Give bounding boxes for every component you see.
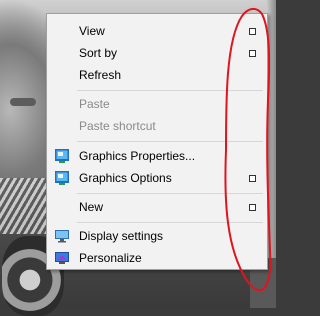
- menu-item-label: Display settings: [79, 229, 164, 243]
- submenu-arrow-icon: [249, 175, 256, 182]
- menu-item-view[interactable]: View: [47, 20, 267, 42]
- display-monitor-icon: [55, 230, 69, 243]
- menu-separator: [77, 193, 263, 194]
- menu-item-label: New: [79, 200, 104, 214]
- desktop-context-menu: View Sort by Refresh Paste Paste shortcu…: [46, 13, 268, 270]
- menu-item-label: Personalize: [79, 251, 142, 265]
- menu-item-refresh[interactable]: Refresh: [47, 64, 267, 86]
- wallpaper-car-door-handle: [10, 98, 36, 106]
- intel-graphics-icon: [55, 149, 69, 163]
- menu-item-label: Graphics Properties...: [79, 149, 196, 163]
- menu-item-new[interactable]: New: [47, 196, 267, 218]
- menu-separator: [77, 141, 263, 142]
- menu-item-graphics-properties[interactable]: Graphics Properties...: [47, 145, 267, 167]
- menu-item-paste[interactable]: Paste: [47, 93, 267, 115]
- menu-separator: [77, 222, 263, 223]
- menu-item-label: Paste: [79, 97, 110, 111]
- menu-item-label: Paste shortcut: [79, 119, 156, 133]
- menu-item-display-settings[interactable]: Display settings: [47, 225, 267, 247]
- personalize-icon: [55, 252, 69, 264]
- intel-graphics-icon: [55, 171, 69, 185]
- menu-item-personalize[interactable]: Personalize: [47, 247, 267, 269]
- submenu-arrow-icon: [249, 204, 256, 211]
- menu-item-graphics-options[interactable]: Graphics Options: [47, 167, 267, 189]
- wallpaper-car-grille: [0, 178, 46, 234]
- menu-item-label: Sort by: [79, 46, 118, 60]
- menu-separator: [77, 90, 263, 91]
- menu-item-paste-shortcut[interactable]: Paste shortcut: [47, 115, 267, 137]
- submenu-arrow-icon: [249, 50, 256, 57]
- menu-item-label: Graphics Options: [79, 171, 172, 185]
- menu-item-sort-by[interactable]: Sort by: [47, 42, 267, 64]
- menu-item-label: View: [79, 24, 105, 38]
- submenu-arrow-icon: [249, 28, 256, 35]
- menu-item-label: Refresh: [79, 68, 122, 82]
